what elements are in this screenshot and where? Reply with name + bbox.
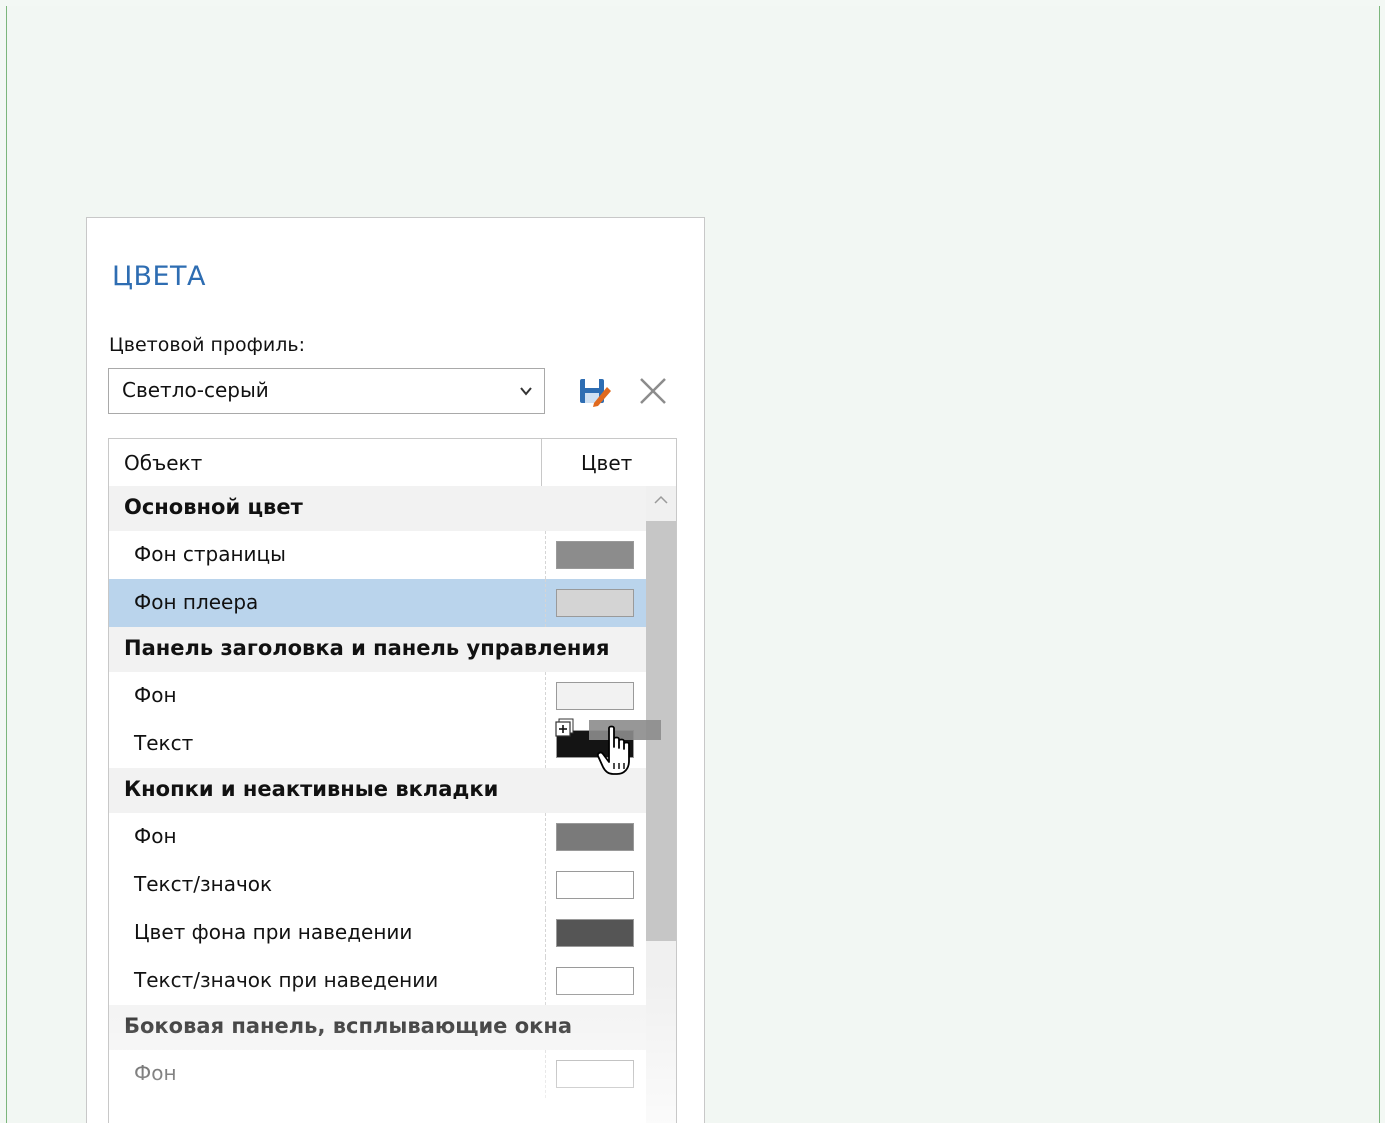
- colors-table: Объект Цвет Основной цвет Фон страницы Фон…: [108, 438, 677, 1123]
- cell-divider: [545, 720, 546, 768]
- cell-divider: [545, 813, 546, 861]
- color-swatch[interactable]: [556, 589, 634, 617]
- row-label: Цвет фона при наведении: [134, 920, 413, 944]
- table-group-row: Основной цвет: [109, 486, 646, 531]
- row-label: Фон: [134, 824, 177, 848]
- table-row[interactable]: Текст/значок: [109, 861, 646, 909]
- chevron-down-icon: [520, 387, 532, 396]
- color-swatch[interactable]: [556, 871, 634, 899]
- color-swatch[interactable]: [556, 823, 634, 851]
- table-row[interactable]: Фон страницы: [109, 531, 646, 579]
- color-profile-value: Светло-серый: [122, 378, 269, 402]
- hand-cursor-icon: [597, 725, 630, 775]
- cell-divider: [545, 672, 546, 720]
- group-label: Панель заголовка и панель управления: [124, 636, 610, 660]
- panel-title: ЦВЕТА: [112, 261, 207, 292]
- cell-divider: [545, 579, 546, 627]
- table-row[interactable]: Фон: [109, 813, 646, 861]
- scroll-up-icon[interactable]: [646, 486, 676, 514]
- group-label: Основной цвет: [124, 495, 303, 519]
- table-group-row: Панель заголовка и панель управления: [109, 627, 646, 672]
- group-label: Кнопки и неактивные вкладки: [124, 777, 499, 801]
- color-swatch[interactable]: [556, 919, 634, 947]
- table-row[interactable]: Фон плеера: [109, 579, 646, 627]
- row-label: Фон: [134, 683, 177, 707]
- cell-divider: [545, 861, 546, 909]
- column-header-color: Цвет: [581, 451, 633, 475]
- save-edit-icon[interactable]: [577, 373, 613, 409]
- color-profile-select[interactable]: Светло-серый: [108, 368, 545, 414]
- cell-divider: [545, 909, 546, 957]
- row-label: Фон страницы: [134, 542, 286, 566]
- row-label: Текст: [134, 731, 194, 755]
- colors-panel: ЦВЕТА Цветовой профиль: Светло-серый Объ…: [86, 217, 705, 1123]
- fade-overlay: [109, 979, 676, 1123]
- row-label: Текст/значок: [134, 872, 273, 896]
- column-divider[interactable]: [541, 439, 542, 486]
- column-header-object: Объект: [124, 451, 203, 475]
- table-header: Объект Цвет: [109, 439, 676, 487]
- table-row[interactable]: Фон: [109, 672, 646, 720]
- color-profile-label: Цветовой профиль:: [109, 334, 305, 356]
- row-label: Фон плеера: [134, 590, 259, 614]
- cell-divider: [545, 531, 546, 579]
- color-swatch[interactable]: [556, 682, 634, 710]
- drag-copy-plus-icon: [555, 718, 574, 737]
- color-swatch[interactable]: [556, 541, 634, 569]
- table-group-row: Кнопки и неактивные вкладки: [109, 768, 646, 813]
- close-icon[interactable]: [635, 373, 671, 409]
- table-row[interactable]: Цвет фона при наведении: [109, 909, 646, 957]
